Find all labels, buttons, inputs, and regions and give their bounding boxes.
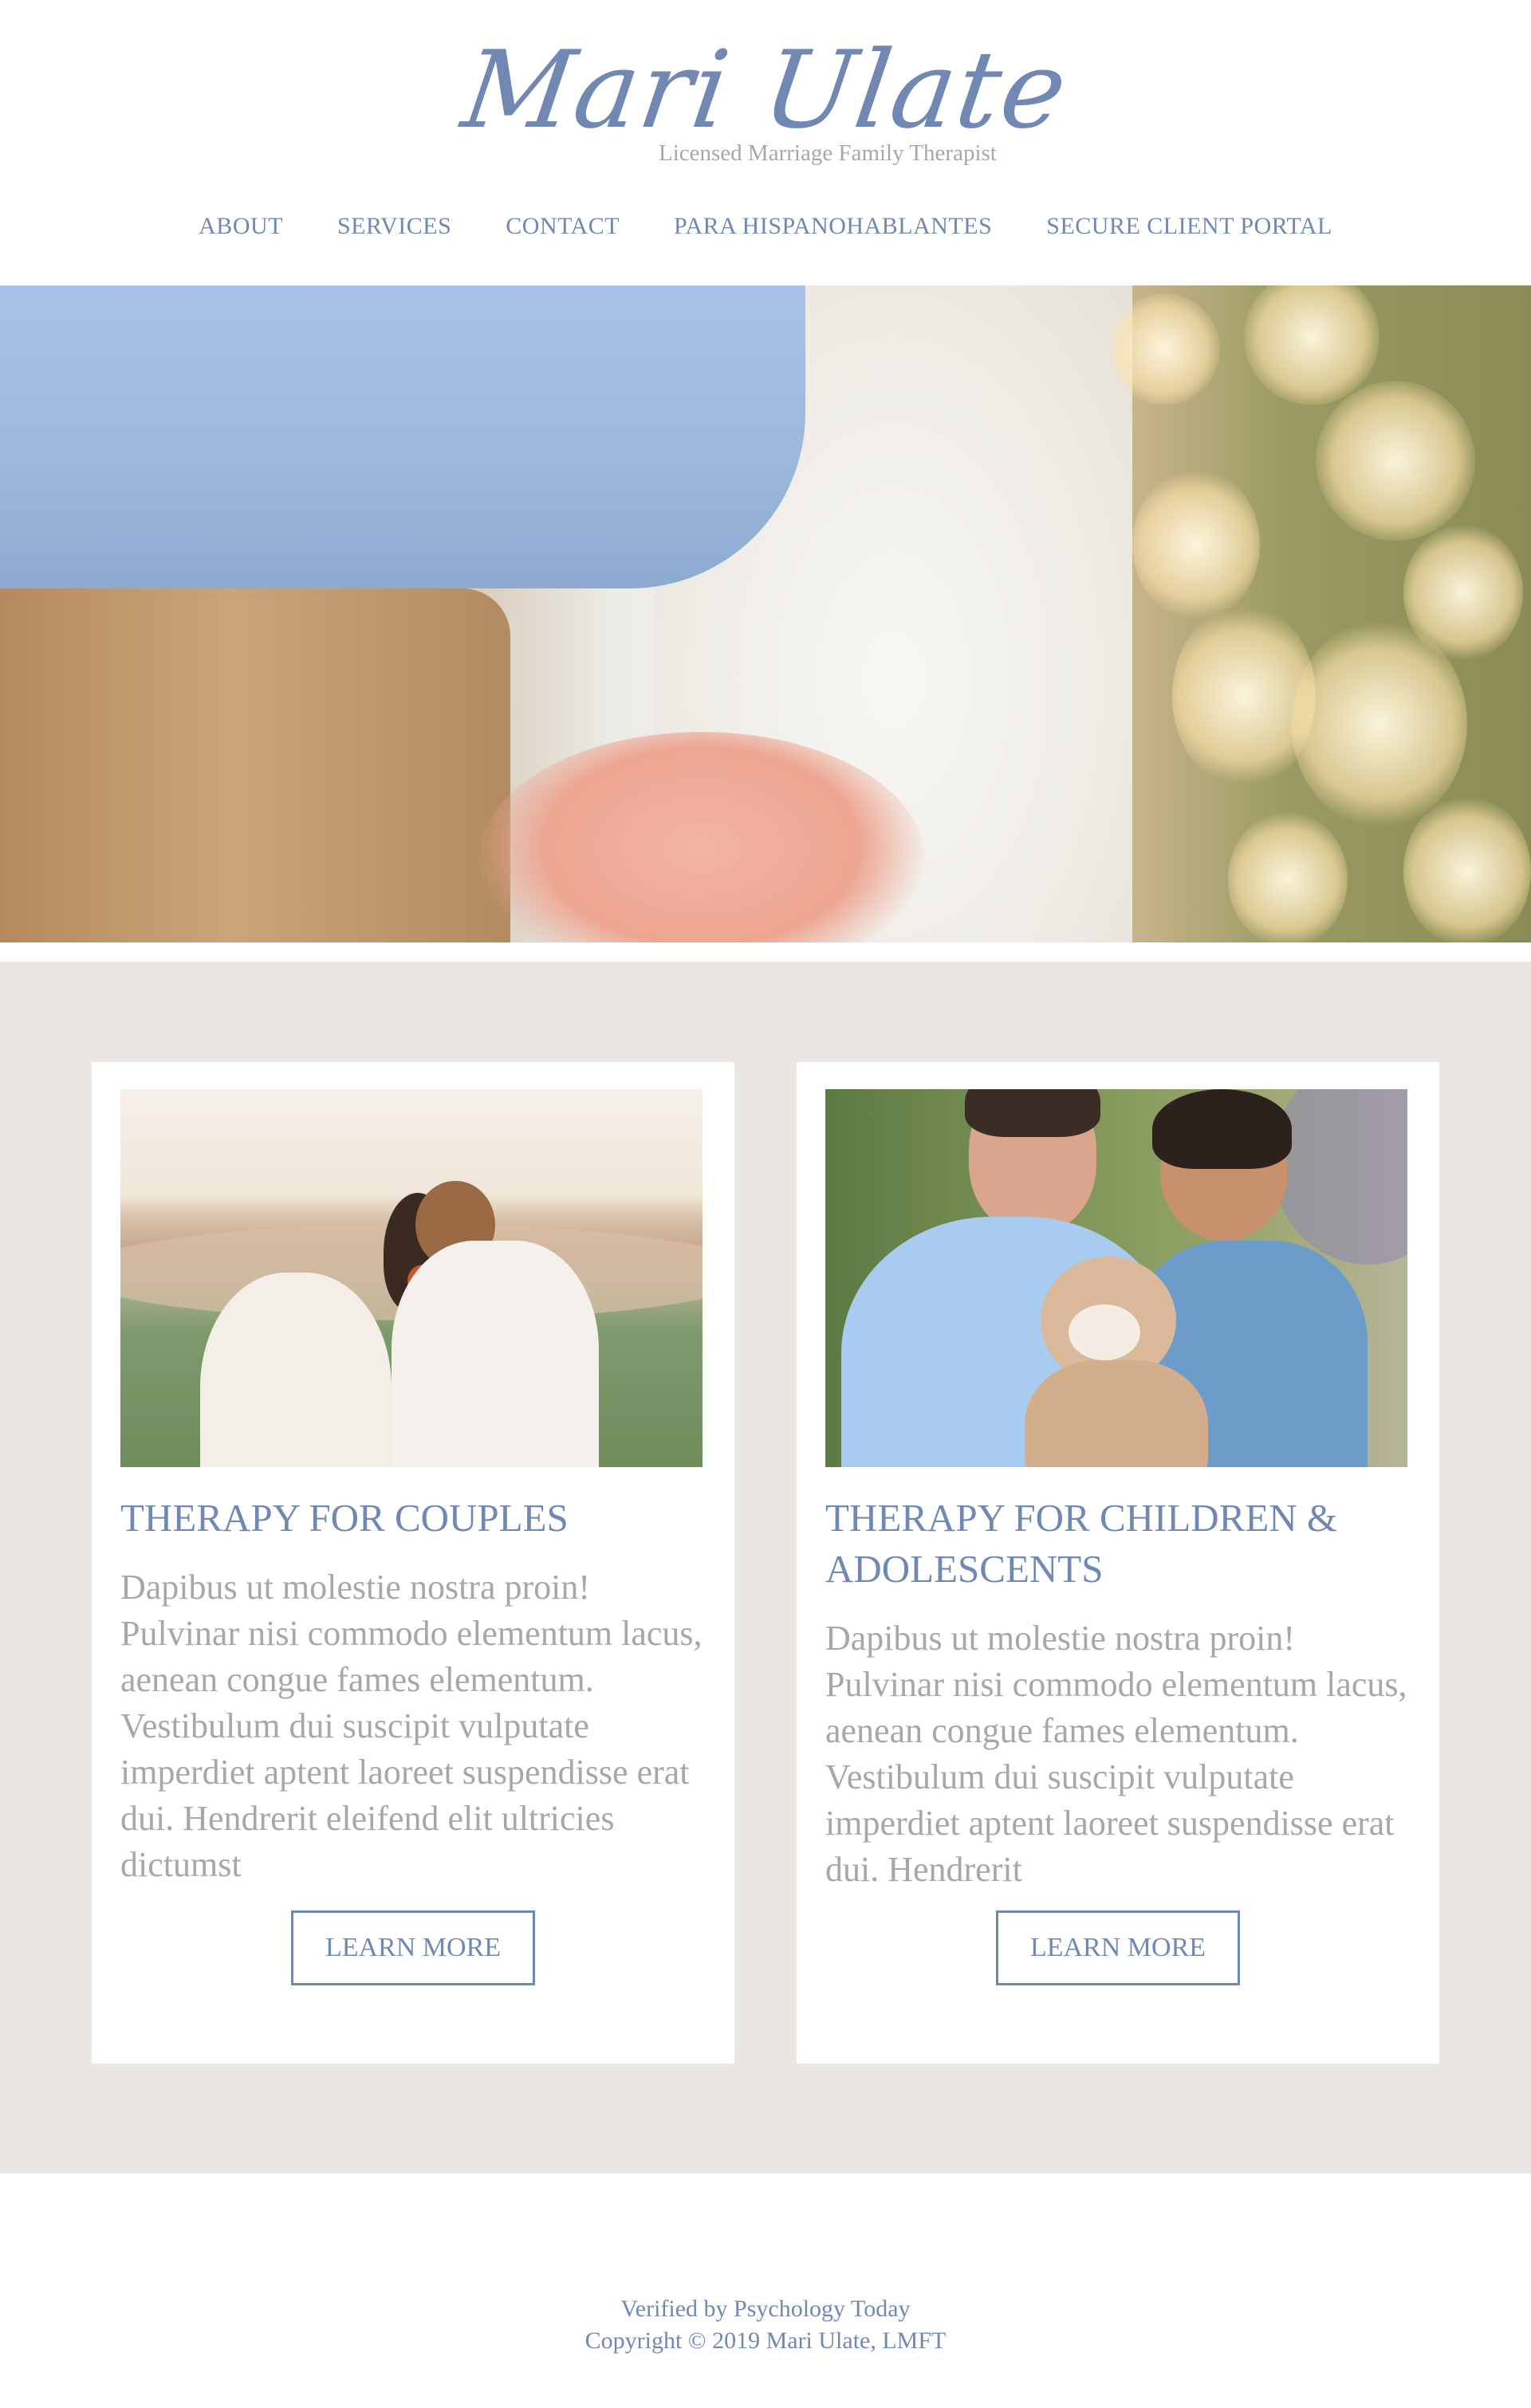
hero-bokeh [1403,796,1531,942]
hero-bokeh [1403,525,1523,660]
site-tagline: Licensed Marriage Family Therapist [659,140,997,166]
site-header: Mari Ulate Licensed Marriage Family Ther… [0,0,1531,285]
main-nav: ABOUT SERVICES CONTACT PARA HISPANOHABLA… [0,203,1531,250]
copyright-text: Copyright © 2019 Mari Ulate, LMFT [584,2327,947,2354]
services-section: THERAPY FOR COUPLES Dapibus ut molestie … [0,962,1531,2174]
hero-bokeh [1228,812,1348,942]
hero-trousers [0,588,510,942]
couples-title: THERAPY FOR COUPLES [120,1496,569,1540]
children-title: THERAPY FOR CHILDREN & ADOLESCENTS [825,1496,1338,1591]
nav-link-about[interactable]: ABOUT [199,213,283,240]
hero-image [0,285,1531,942]
hero-bokeh [1132,469,1260,620]
couples-photo [120,1089,703,1467]
nav-link-para-hispanohablantes[interactable]: PARA HISPANOHABLANTES [674,213,992,240]
nav-link-secure-client-portal[interactable]: SECURE CLIENT PORTAL [1046,213,1332,240]
verified-link[interactable]: Verified by Psychology Today [0,2293,1531,2325]
family-photo [825,1089,1407,1467]
hero-bokeh [1108,293,1220,405]
nav-link-services[interactable]: SERVICES [337,213,451,240]
couples-description: Dapibus ut molestie nostra proin! Pulvin… [120,1568,703,1884]
service-card-couples: THERAPY FOR COUPLES Dapibus ut molestie … [92,1062,734,2064]
couples-learn-more-button[interactable]: LEARN MORE [291,1910,535,1985]
hero-bokeh [1316,381,1475,541]
site-footer: Verified by Psychology Today Copyright ©… [0,2174,1531,2408]
children-learn-more-button[interactable]: LEARN MORE [996,1910,1240,1985]
service-card-children: THERAPY FOR CHILDREN & ADOLESCENTS Dapib… [797,1062,1439,2064]
children-description: Dapibus ut molestie nostra proin! Pulvin… [825,1619,1407,1889]
nav-link-contact[interactable]: CONTACT [506,213,620,240]
hero-shirt [0,285,805,588]
hero-bokeh [1244,285,1379,405]
